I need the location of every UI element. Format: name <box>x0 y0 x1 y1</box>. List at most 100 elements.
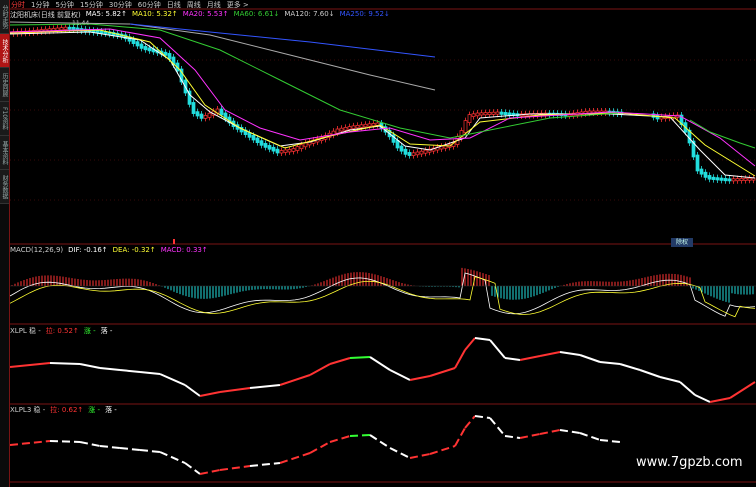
candle-body <box>279 150 284 154</box>
xlpl-line-segment <box>139 371 161 375</box>
candle-body <box>195 111 200 117</box>
xlpl-line-segment <box>454 349 466 369</box>
candle-body <box>251 134 256 141</box>
candle-body <box>727 178 732 182</box>
side-tab-bar: 分时走势 技术分析 历史回顾 F10资料 基本资料 财务数据 <box>0 0 10 487</box>
candle-body <box>347 126 352 130</box>
watermark: www.7gpzb.com <box>636 455 743 470</box>
candle-body <box>351 125 356 129</box>
candle-body <box>503 112 508 116</box>
xlpl-line-segment <box>10 362 51 368</box>
candle-body <box>355 124 360 129</box>
xlpl-line-segment <box>249 384 281 389</box>
candle-body <box>711 176 716 180</box>
candle-body <box>339 127 344 132</box>
xlpl-line-segment <box>504 357 521 361</box>
xlpl-line-segment <box>49 362 81 365</box>
candle-body <box>483 112 488 116</box>
xlpl-line-segment <box>579 354 601 363</box>
candle-body <box>259 140 264 146</box>
candle-body <box>135 41 140 47</box>
xlpl3-line-segment <box>389 447 411 459</box>
xlpl3-line-segment <box>599 439 621 443</box>
xlpl-line-segment <box>694 394 711 403</box>
candle-body <box>299 144 304 150</box>
candle-body <box>739 178 744 181</box>
xlpl-line-segment <box>489 339 506 359</box>
xlpl-line-segment <box>119 369 141 373</box>
xlpl3-line-segment <box>579 432 601 441</box>
xlpl-line-segment <box>184 384 201 397</box>
xlpl3-line-segment <box>489 417 506 437</box>
candle-body <box>143 46 148 51</box>
event-marker <box>173 239 175 244</box>
candle-body <box>203 115 208 119</box>
xlpl3-line-segment <box>79 441 101 447</box>
candle-body <box>71 26 76 31</box>
side-tab-5[interactable]: 财务数据 <box>0 170 9 204</box>
candle-body <box>735 178 740 182</box>
candle-body <box>371 123 376 127</box>
xlpl-line-segment <box>519 355 541 361</box>
xlpl-line-segment <box>79 363 101 369</box>
candle-body <box>291 148 296 152</box>
side-tab-2[interactable]: 历史回顾 <box>0 68 9 102</box>
candle-body <box>399 145 404 152</box>
candle-body <box>715 177 720 181</box>
candle-body <box>731 178 736 182</box>
candle-body <box>403 148 408 155</box>
xlpl3-line-segment <box>519 433 541 439</box>
candle-body <box>271 146 276 152</box>
candle-body <box>703 171 708 178</box>
dif-line <box>10 272 756 317</box>
dea-line <box>10 276 756 318</box>
xlpl3-line-segment <box>429 445 456 455</box>
xlpl-line-segment <box>349 356 371 359</box>
xlpl-line-segment <box>329 357 351 365</box>
xlpl3-line-segment <box>474 415 491 419</box>
xlpl-line-segment <box>659 376 681 383</box>
candle-body <box>263 142 268 148</box>
side-tab-0[interactable]: 分时走势 <box>0 0 9 34</box>
candle-body <box>191 102 196 114</box>
xlpl3-line-segment <box>139 449 161 453</box>
candle-body <box>747 177 752 181</box>
xlpl-line-segment <box>709 397 731 403</box>
candle-body <box>487 112 492 115</box>
candle-body <box>167 53 172 60</box>
candle-body <box>295 146 300 151</box>
candle-body <box>499 111 504 115</box>
xlpl-line-segment <box>559 351 581 356</box>
candle-body <box>367 123 372 127</box>
stock-chart-canvas[interactable] <box>10 0 756 487</box>
candle-body <box>743 177 748 181</box>
ex-rights-badge[interactable]: 除权 <box>671 238 693 247</box>
ma10-line <box>10 29 756 177</box>
candle-body <box>419 150 424 155</box>
candle-body <box>343 127 348 131</box>
candle-body <box>283 149 288 153</box>
candle-body <box>491 111 496 115</box>
xlpl-line-segment <box>429 367 456 377</box>
xlpl-line-segment <box>639 369 661 378</box>
candle-body <box>267 145 272 150</box>
xlpl-line-segment <box>539 351 561 357</box>
xlpl3-line-segment <box>369 434 391 449</box>
xlpl-line-segment <box>199 391 221 397</box>
xlpl3-line-segment <box>49 440 81 443</box>
side-tab-3[interactable]: F10资料 <box>0 102 9 136</box>
candle-body <box>695 154 700 172</box>
candle-body <box>275 148 280 154</box>
candle-body <box>59 27 64 31</box>
candle-body <box>707 175 712 180</box>
side-tab-1[interactable]: 技术分析 <box>0 34 9 68</box>
side-tab-4[interactable]: 基本资料 <box>0 136 9 170</box>
xlpl-line-segment <box>409 375 431 381</box>
candle-body <box>407 152 412 156</box>
xlpl-line-segment <box>464 337 476 351</box>
xlpl3-line-segment <box>559 429 581 434</box>
candle-body <box>335 128 340 134</box>
xlpl-line-segment <box>99 367 121 371</box>
candle-body <box>415 151 420 156</box>
candle-body <box>411 152 416 156</box>
